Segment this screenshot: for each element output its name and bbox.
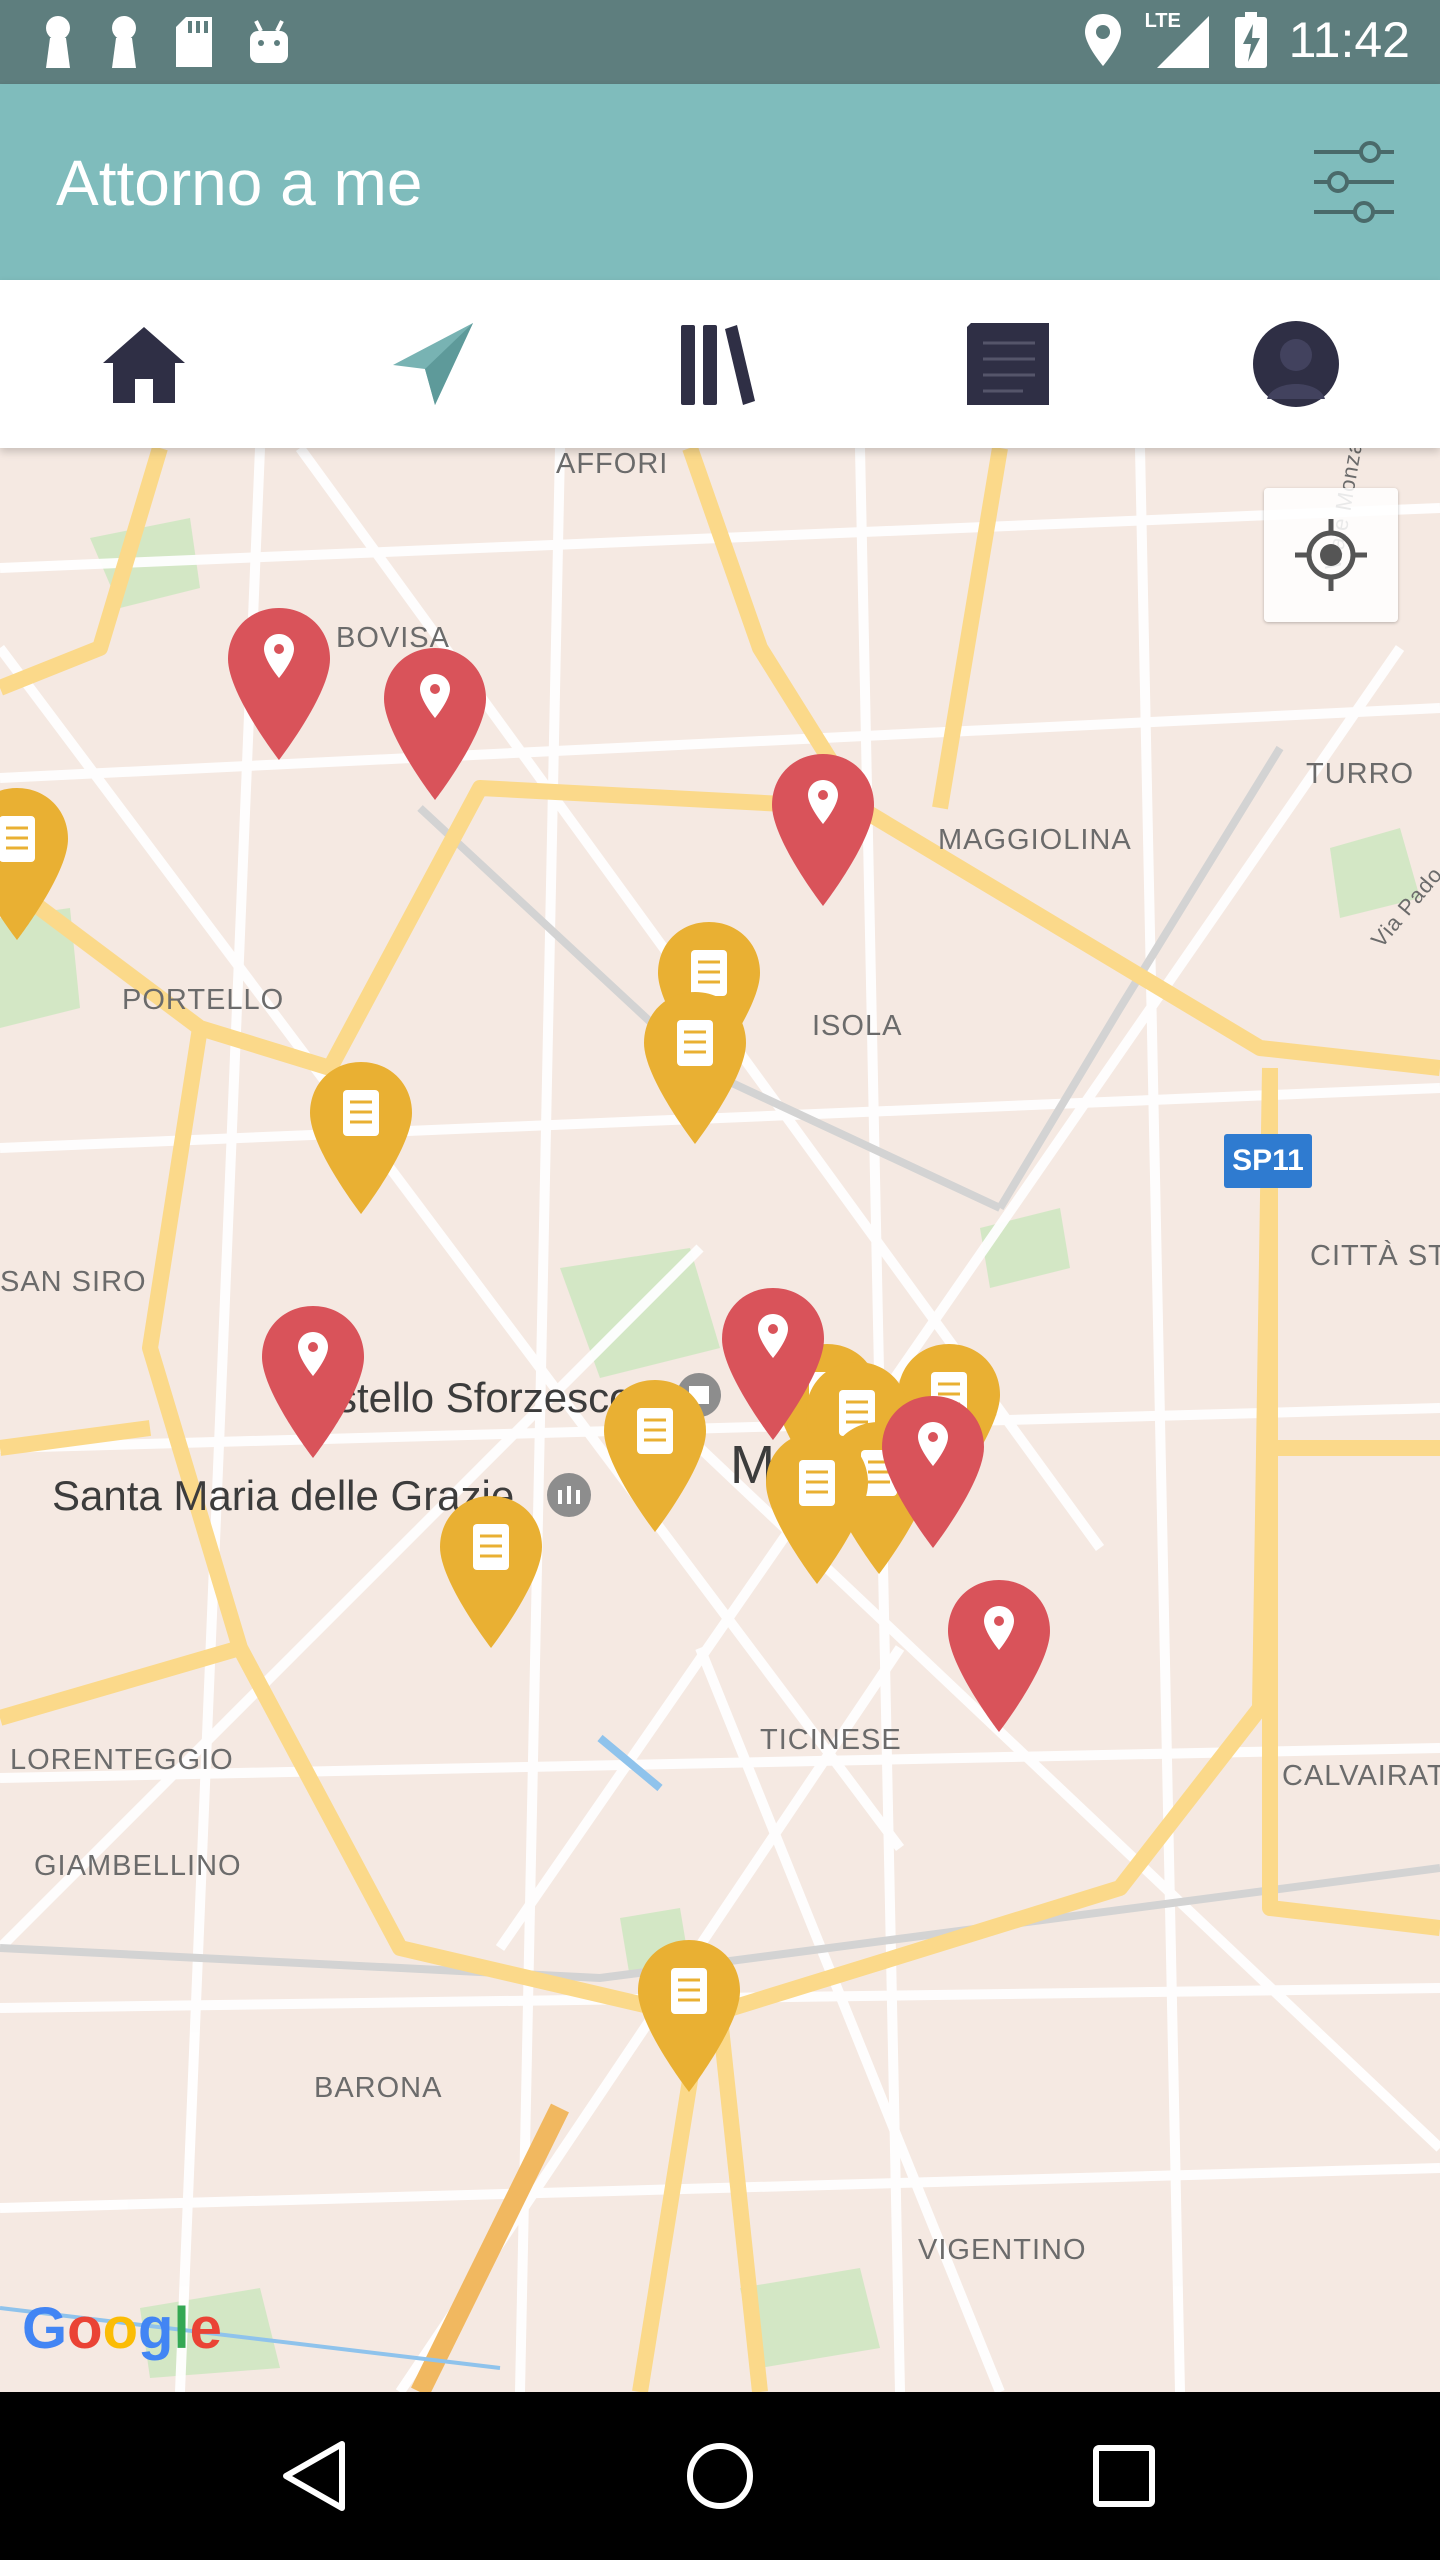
system-nav-bar [0,2392,1440,2560]
home-icon [103,327,185,403]
profile-icon [1253,321,1339,407]
map-label: CITTÀ ST [1310,1240,1440,1272]
map-label: SAN SIRO [0,1266,147,1298]
document-marker[interactable] [306,1058,416,1218]
place-marker[interactable] [768,750,878,910]
place-marker[interactable] [878,1392,988,1552]
crosshair-icon [1295,519,1367,591]
place-marker[interactable] [224,604,334,764]
tab-profile[interactable] [1246,314,1346,414]
place-marker[interactable] [718,1284,828,1444]
sd-card-icon [176,17,212,67]
document-marker[interactable] [600,1376,710,1536]
road-shield: SP11 [1224,1134,1312,1188]
map-label: PORTELLO [122,984,285,1016]
notification-icon [46,16,70,68]
battery-charging-icon [1234,12,1267,68]
tab-bar [0,280,1440,448]
document-marker[interactable] [436,1492,546,1652]
document-icon [967,323,1049,405]
map-label: ISOLA [812,1010,903,1042]
library-icon [681,325,755,405]
map-label: AFFORI [556,448,669,480]
google-attribution: Google [22,2295,222,2362]
document-marker[interactable] [0,784,72,944]
map-label: VIGENTINO [918,2234,1087,2266]
filter-button[interactable] [1308,136,1400,228]
my-location-button[interactable] [1264,488,1398,622]
location-icon [1084,14,1121,66]
tab-articles[interactable] [958,314,1058,414]
tab-library[interactable] [666,314,766,414]
status-bar: LTE 11:42 [0,0,1440,84]
document-marker[interactable] [634,1936,744,2096]
tab-home[interactable] [94,314,194,414]
back-icon[interactable] [276,2436,356,2516]
navigation-arrow-icon [393,323,473,405]
museum-icon [547,1473,591,1517]
map-label: GIAMBELLINO [34,1850,242,1882]
recents-icon[interactable] [1084,2436,1164,2516]
map-label: TICINESE [760,1724,902,1756]
document-marker[interactable] [640,988,750,1148]
map-view[interactable]: AFFORI BOVISA TURRO MAGGIOLINA PORTELLO … [0,448,1440,2392]
place-marker[interactable] [944,1576,1054,1736]
android-icon [250,20,288,63]
map-label: BARONA [314,2072,443,2104]
home-circle-icon[interactable] [680,2436,760,2516]
map-label: MAGGIOLINA [938,824,1132,856]
clock: 11:42 [1288,12,1410,68]
map-label-poi: stello Sforzesco [336,1374,633,1421]
tab-nearby[interactable] [382,314,482,414]
map-label: LORENTEGGIO [10,1744,234,1776]
document-marker[interactable] [762,1428,872,1588]
sliders-icon [1314,141,1394,223]
page-title: Attorno a me [56,147,423,219]
map-label: CALVAIRAT [1282,1760,1440,1792]
place-marker[interactable] [258,1302,368,1462]
map-label: TURRO [1306,758,1415,790]
notification-icon [112,16,136,68]
app-bar: Attorno a me [0,84,1440,280]
google-logo: Google [22,2296,222,2361]
signal-icon: LTE [1143,10,1213,70]
place-marker[interactable] [380,644,490,804]
